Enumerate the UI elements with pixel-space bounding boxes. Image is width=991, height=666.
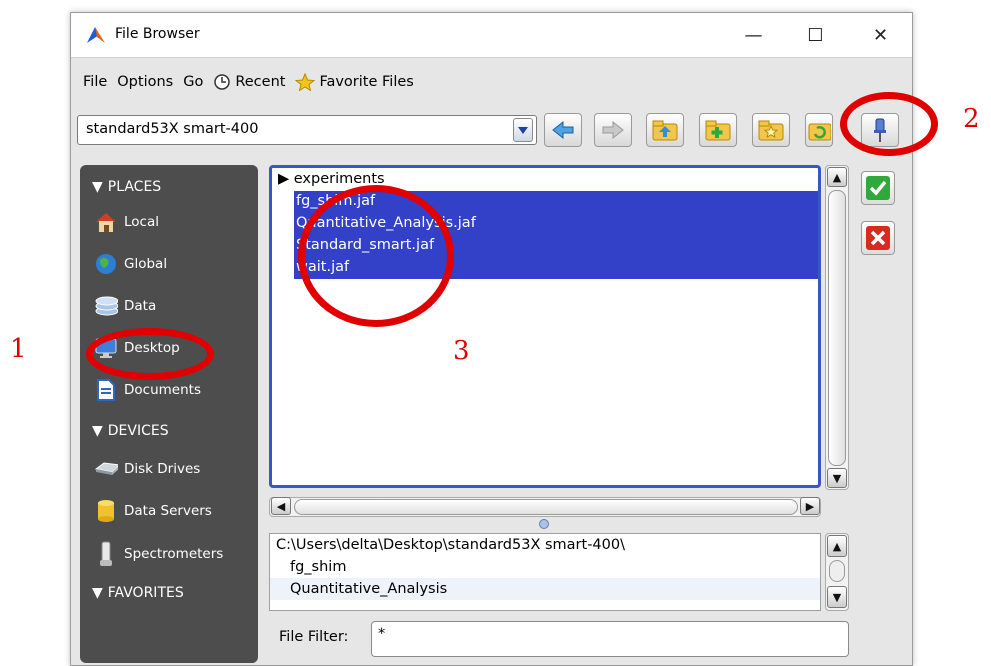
- arrow-right-icon: [602, 120, 624, 140]
- cancel-x-icon: [866, 226, 890, 250]
- file-list-horizontal-scrollbar[interactable]: ◀ ▶: [269, 497, 821, 517]
- file-filter-label: File Filter:: [279, 629, 349, 645]
- app-logo-icon: [87, 27, 105, 43]
- file-filter-input[interactable]: *: [371, 621, 849, 657]
- details-item[interactable]: fg_shim: [270, 556, 820, 578]
- annotation-number-3: 3: [453, 336, 470, 366]
- globe-icon: [94, 252, 118, 276]
- menu-options[interactable]: Options: [117, 74, 173, 90]
- menu-favorite-files[interactable]: Favorite Files: [295, 72, 414, 91]
- scroll-up-icon[interactable]: ▲: [827, 535, 847, 557]
- sidebar-item-label: Spectrometers: [124, 546, 224, 562]
- path-dropdown-button[interactable]: [513, 118, 533, 142]
- expand-arrow-icon: ▶: [278, 171, 290, 187]
- sidebar-item-label: Data Servers: [124, 503, 212, 519]
- file-list-vertical-scrollbar[interactable]: ▲ ▼: [825, 165, 849, 490]
- folder-add-icon: [705, 120, 731, 141]
- places-sidebar: ▼ PLACES Local Global Data Desktop Docum…: [80, 165, 258, 663]
- places-label: PLACES: [107, 179, 162, 195]
- scroll-up-icon[interactable]: ▲: [827, 167, 847, 187]
- scroll-thumb[interactable]: [294, 499, 798, 515]
- star-icon: [295, 72, 316, 91]
- favorites-label: FAVORITES: [107, 585, 184, 601]
- menu-recent-label: Recent: [235, 73, 286, 90]
- sidebar-item-spectrometers[interactable]: Spectrometers: [94, 541, 224, 566]
- minimize-button[interactable]: —: [726, 13, 781, 57]
- window-title: File Browser: [115, 26, 200, 42]
- scroll-down-icon[interactable]: ▼: [827, 468, 847, 488]
- sidebar-item-label: Documents: [124, 382, 201, 398]
- scroll-thumb[interactable]: [828, 190, 846, 466]
- sidebar-item-label: Disk Drives: [124, 461, 201, 477]
- scroll-down-icon[interactable]: ▼: [827, 586, 847, 608]
- path-combobox[interactable]: standard53X smart-400: [77, 115, 537, 145]
- annotation-circle-files: [298, 185, 454, 327]
- annotation-number-2: 2: [963, 104, 980, 134]
- details-item[interactable]: Quantitative_Analysis: [270, 578, 820, 600]
- database-icon: [94, 499, 118, 523]
- scroll-right-icon[interactable]: ▶: [800, 497, 820, 515]
- refresh-folder-button[interactable]: [805, 113, 833, 147]
- menu-bar: File Options Go Recent Favorite Files: [71, 57, 912, 105]
- places-section-header[interactable]: ▼ PLACES: [92, 179, 161, 195]
- spectrometer-icon: [94, 541, 118, 566]
- details-vertical-scrollbar[interactable]: ▲ ▼: [825, 533, 849, 611]
- toolbar: standard53X smart-400: [71, 105, 912, 155]
- annotation-circle-desktop: [86, 328, 214, 380]
- data-stack-icon: [94, 294, 118, 318]
- splitter-handle[interactable]: [539, 519, 549, 529]
- checkmark-icon: [866, 176, 890, 200]
- details-pane: C:\Users\delta\Desktop\standard53X smart…: [269, 533, 821, 611]
- sidebar-item-data[interactable]: Data: [94, 294, 156, 318]
- sidebar-item-data-servers[interactable]: Data Servers: [94, 499, 212, 523]
- devices-label: DEVICES: [107, 423, 169, 439]
- ok-button[interactable]: [861, 171, 895, 205]
- document-icon: [94, 378, 118, 402]
- close-button[interactable]: ✕: [853, 13, 908, 57]
- clock-icon: [214, 73, 231, 90]
- folder-refresh-icon: [808, 123, 831, 141]
- chevron-down-icon: [518, 127, 528, 134]
- scroll-left-icon[interactable]: ◀: [271, 497, 291, 515]
- house-icon: [94, 210, 118, 234]
- disk-drive-icon: [94, 457, 118, 481]
- menu-recent[interactable]: Recent: [213, 73, 285, 91]
- favorites-section-header[interactable]: ▼ FAVORITES: [92, 585, 184, 601]
- sidebar-item-disk-drives[interactable]: Disk Drives: [94, 457, 200, 481]
- collapse-arrow-icon: ▼: [92, 423, 103, 439]
- back-button[interactable]: [544, 113, 582, 147]
- annotation-circle-pin: [840, 92, 938, 156]
- collapse-arrow-icon: ▼: [92, 179, 103, 195]
- sidebar-item-label: Data: [124, 298, 157, 314]
- devices-section-header[interactable]: ▼ DEVICES: [92, 423, 169, 439]
- annotation-number-1: 1: [10, 334, 27, 364]
- parent-folder-button[interactable]: [646, 113, 684, 147]
- sidebar-item-documents[interactable]: Documents: [94, 378, 201, 402]
- sidebar-item-local[interactable]: Local: [94, 210, 159, 234]
- menu-favorite-files-label: Favorite Files: [319, 73, 414, 90]
- scroll-thumb[interactable]: [829, 560, 845, 582]
- arrow-left-icon: [552, 120, 574, 140]
- maximize-button[interactable]: ☐: [788, 13, 843, 57]
- new-folder-button[interactable]: [699, 113, 737, 147]
- cancel-button[interactable]: [861, 221, 895, 255]
- sidebar-item-label: Global: [124, 256, 168, 272]
- folder-star-icon: [758, 120, 784, 141]
- forward-button[interactable]: [594, 113, 632, 147]
- folder-up-icon: [652, 120, 678, 141]
- menu-file[interactable]: File: [83, 74, 107, 90]
- title-bar: File Browser — ☐ ✕: [71, 13, 912, 57]
- details-path: C:\Users\delta\Desktop\standard53X smart…: [276, 537, 625, 553]
- menu-go[interactable]: Go: [183, 74, 203, 90]
- sidebar-item-global[interactable]: Global: [94, 252, 167, 276]
- sidebar-item-label: Local: [124, 214, 159, 230]
- favorite-folder-button[interactable]: [752, 113, 790, 147]
- collapse-arrow-icon: ▼: [92, 585, 103, 601]
